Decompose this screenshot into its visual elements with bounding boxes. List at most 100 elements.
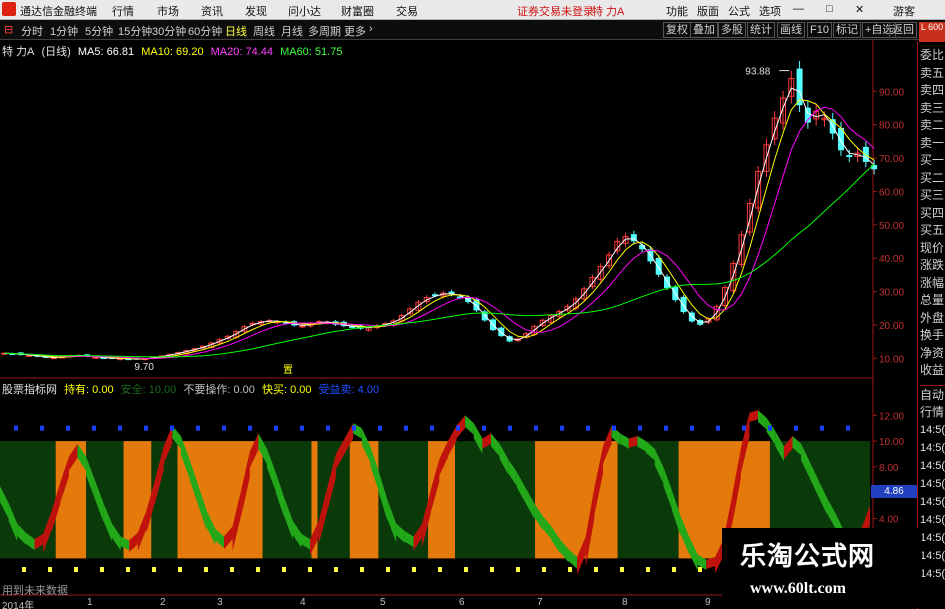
minimize-icon[interactable]: —: [793, 3, 804, 15]
side-label[interactable]: 换手: [920, 326, 945, 343]
statistics-button[interactable]: 统计: [747, 22, 775, 38]
menu-item-market[interactable]: 市场: [157, 3, 179, 19]
indicator-wave-segment: [749, 410, 758, 422]
side-tab-auto[interactable]: 自动: [920, 385, 945, 403]
signal-dot-yellow: [230, 567, 234, 572]
login-notice[interactable]: 证券交易未登录: [517, 3, 594, 19]
signal-dot-blue: [170, 425, 174, 431]
menu-item-layout[interactable]: 版面: [697, 3, 719, 19]
mark-button[interactable]: 标记: [833, 22, 861, 38]
indicator-wave-segment: [353, 423, 362, 439]
menu-item-function[interactable]: 功能: [666, 3, 688, 19]
signal-dot-blue: [560, 425, 564, 431]
signal-dot-yellow: [464, 567, 468, 572]
side-label[interactable]: 涨跌: [920, 256, 945, 273]
period-daily[interactable]: 日线: [225, 23, 247, 39]
side-label[interactable]: 卖二: [920, 116, 945, 133]
indicator-y-tick-label: 10.00: [879, 437, 904, 448]
side-label[interactable]: 净资: [920, 344, 945, 361]
side-label[interactable]: 买一: [920, 151, 945, 168]
maximize-icon[interactable]: □: [826, 3, 833, 15]
period-30min[interactable]: 30分钟: [152, 23, 186, 39]
y-tick-label: 50.00: [879, 221, 904, 232]
multi-stock-button[interactable]: 多股: [718, 22, 746, 38]
period-5min[interactable]: 5分钟: [85, 23, 113, 39]
menu-item-formula[interactable]: 公式: [728, 3, 750, 19]
safe-legend: 安全: 10.00: [120, 384, 177, 396]
buy-legend: 快买: 0.00: [261, 384, 312, 396]
close-icon[interactable]: ✕: [855, 3, 864, 16]
watermark-url: www.60lt.com: [750, 580, 846, 597]
period-weekly[interactable]: 周线: [253, 23, 275, 39]
x-tick-label: 9: [705, 597, 711, 608]
side-label[interactable]: 委比: [920, 46, 945, 63]
signal-dot-yellow: [646, 567, 650, 572]
side-label[interactable]: 买五: [920, 221, 945, 238]
side-tab-quotes[interactable]: 行情: [920, 403, 945, 420]
menu-item-discover[interactable]: 发现: [245, 3, 267, 19]
signal-dot-yellow: [542, 567, 546, 572]
side-label[interactable]: 外盘: [920, 309, 945, 326]
x-tick-label: 3: [217, 597, 223, 608]
moving-average-lines: [4, 87, 875, 360]
signal-dot-yellow: [204, 567, 208, 572]
side-label[interactable]: 买二: [920, 169, 945, 186]
period-multi[interactable]: 多周期: [308, 23, 341, 39]
sell-legend: 受益卖: 4.00: [318, 384, 380, 396]
period-more[interactable]: 更多: [344, 23, 366, 39]
menu-item-options[interactable]: 选项: [759, 3, 781, 19]
side-label[interactable]: 卖三: [920, 99, 945, 116]
adjust-button[interactable]: 复权: [663, 22, 691, 38]
menu-item-quotes[interactable]: 行情: [112, 3, 134, 19]
back-button[interactable]: 返回: [889, 22, 917, 38]
period-tick[interactable]: 分时: [21, 23, 43, 39]
minus-icon[interactable]: ⊟: [4, 23, 13, 36]
side-label[interactable]: 买四: [920, 204, 945, 221]
side-label[interactable]: 总量: [920, 291, 945, 308]
signal-dot-yellow: [620, 567, 624, 572]
y-tick-label: 30.00: [879, 288, 904, 299]
signal-dot-blue: [716, 425, 720, 431]
menu-item-news[interactable]: 资讯: [201, 3, 223, 19]
indicator-name[interactable]: 股票指标网: [2, 384, 57, 396]
tick-time: 14:5(: [920, 532, 945, 544]
side-label[interactable]: 买三: [920, 186, 945, 203]
signal-dot-yellow: [438, 567, 442, 572]
indicator-legend: 股票指标网 持有: 0.00 安全: 10.00 不要操作: 0.00 快买: …: [2, 381, 383, 396]
chart-area[interactable]: 90.00 80.00 70.00 60.00 50.00 40.00 30.00 20.00…: [0, 40, 917, 597]
signal-dot-blue: [534, 425, 538, 431]
signal-dot-blue: [144, 425, 148, 431]
indicator-y-tick-label: 8.00: [879, 463, 899, 474]
menu-item-trade[interactable]: 交易: [396, 3, 418, 19]
x-tick-label: 8: [622, 597, 628, 608]
candle-body: [680, 296, 687, 313]
period-monthly[interactable]: 月线: [281, 23, 303, 39]
side-label[interactable]: 卖四: [920, 81, 945, 98]
side-label[interactable]: 现价: [920, 239, 945, 256]
marker-label: 置: [283, 364, 293, 376]
user-label[interactable]: 游客: [893, 3, 915, 19]
x-tick-label: 1: [87, 597, 93, 608]
y-tick-label: 10.00: [879, 354, 904, 365]
overlay-button[interactable]: 叠加: [690, 22, 718, 38]
side-label[interactable]: 涨幅: [920, 274, 945, 291]
ma20-legend: MA20: 74.44: [210, 46, 273, 58]
period-1min[interactable]: 1分钟: [50, 23, 78, 39]
side-label[interactable]: 卖一: [920, 134, 945, 151]
signal-dot-yellow: [672, 567, 676, 572]
period-60min[interactable]: 60分钟: [188, 23, 222, 39]
signal-dot-yellow: [386, 567, 390, 572]
signal-dot-blue: [508, 425, 512, 431]
chevron-right-icon[interactable]: ›: [369, 23, 373, 35]
drawing-button[interactable]: 画线: [777, 22, 805, 38]
menu-item-ask[interactable]: 问小达: [288, 3, 321, 19]
side-label[interactable]: 收益: [920, 361, 945, 378]
side-label[interactable]: 卖五: [920, 64, 945, 81]
menu-item-wealth[interactable]: 财富圈: [341, 3, 374, 19]
signal-dot-blue: [196, 425, 200, 431]
f10-button[interactable]: F10: [807, 22, 832, 38]
period-15min[interactable]: 15分钟: [118, 23, 152, 39]
y-tick-label: 20.00: [879, 321, 904, 332]
high-price-label: 93.88: [745, 67, 770, 78]
signal-dot-yellow: [282, 567, 286, 572]
